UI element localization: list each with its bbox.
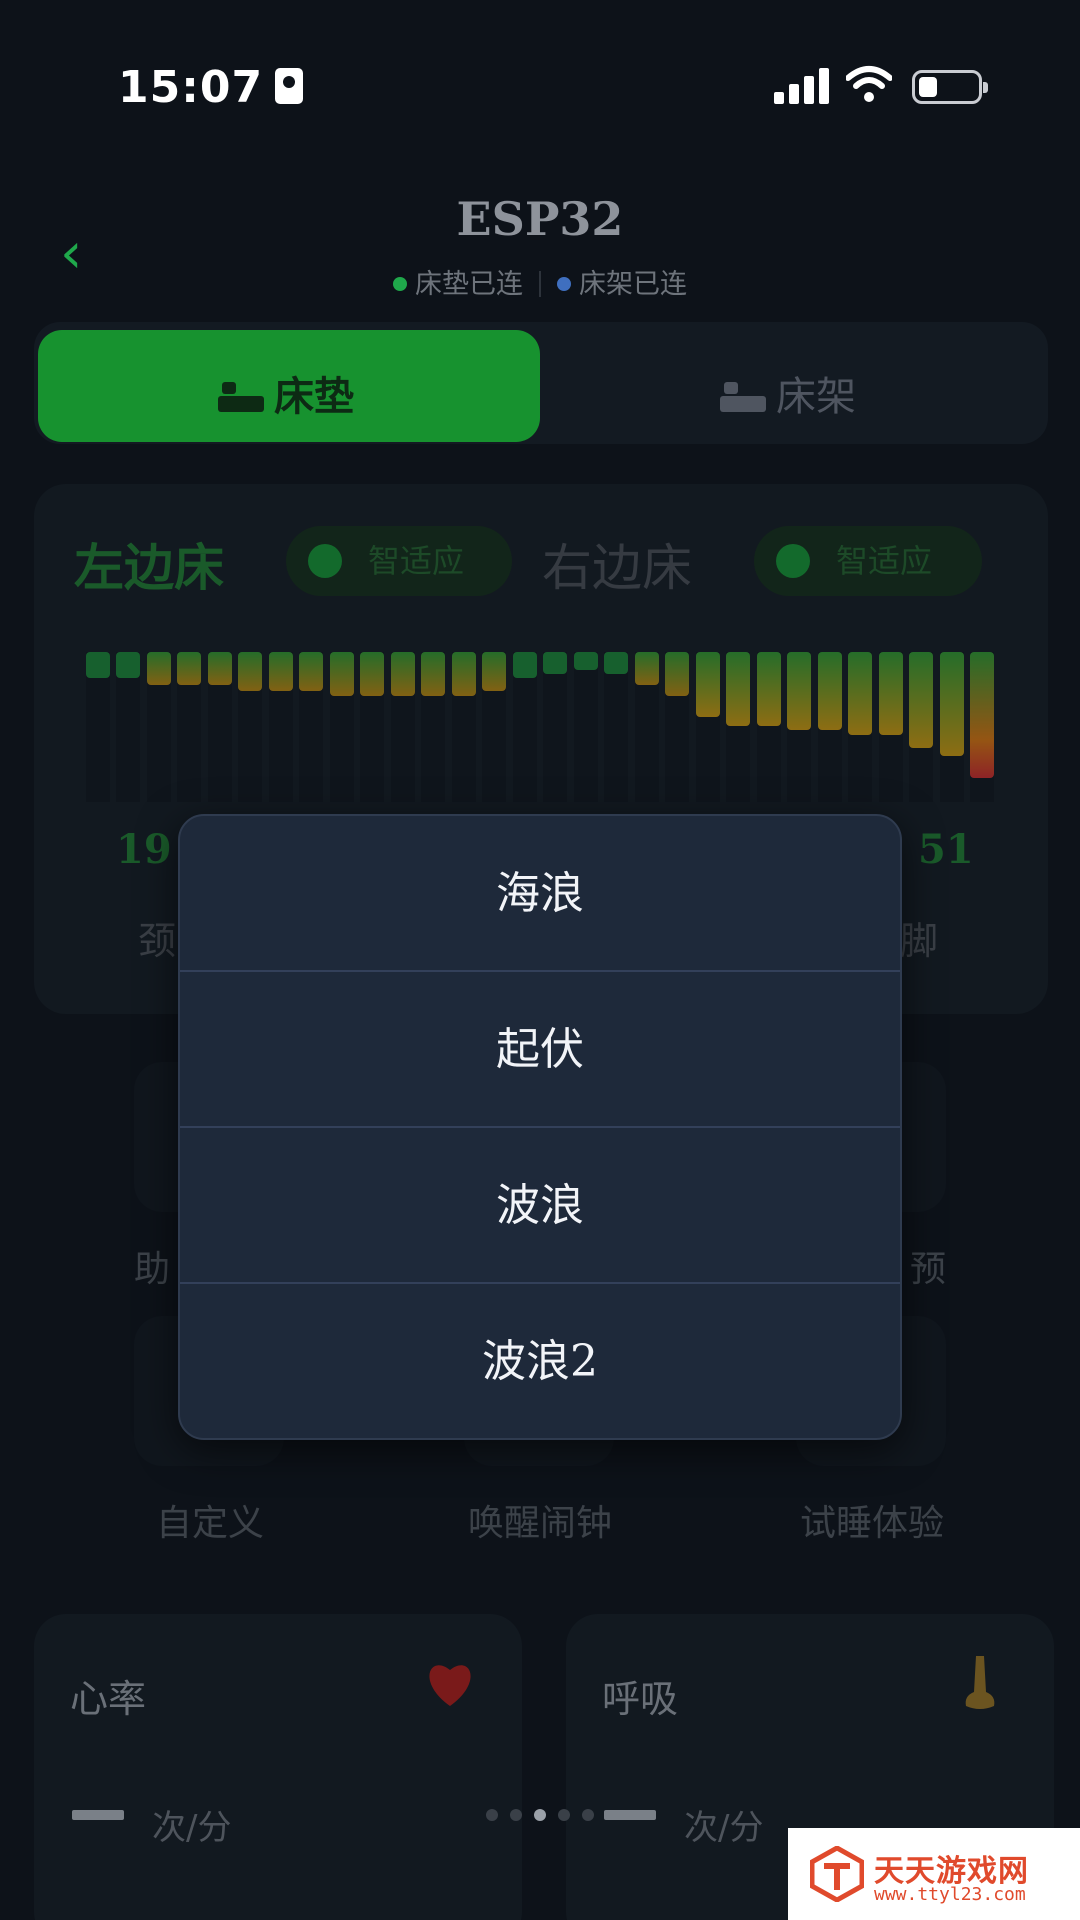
- option-wave[interactable]: 波浪: [180, 1128, 900, 1284]
- watermark-logo: [810, 1846, 864, 1902]
- pressure-bar: [86, 652, 110, 678]
- pressure-bar-track: [574, 652, 598, 802]
- pressure-bar: [848, 652, 872, 735]
- pressure-bar: [665, 652, 689, 696]
- page-indicator[interactable]: [486, 1806, 606, 1821]
- zone-neck-label: 颈: [138, 919, 177, 963]
- pressure-bar: [269, 652, 293, 691]
- left-value: 19: [116, 826, 172, 873]
- breath-value: [604, 1810, 656, 1820]
- option-undulate[interactable]: 起伏: [180, 972, 900, 1128]
- pressure-bar-track: [543, 652, 567, 802]
- pressure-bar: [452, 652, 476, 696]
- function-custom-label: 自定义: [155, 1503, 264, 1544]
- pressure-bar: [116, 652, 140, 678]
- sim-card-icon: [275, 68, 304, 104]
- function-alarm-label: 唤醒闹钟: [467, 1503, 612, 1544]
- pressure-bar: [940, 652, 964, 756]
- battery-icon: [912, 70, 988, 104]
- right-adaptive-toggle[interactable]: 智适应: [754, 526, 982, 596]
- option-sea-wave[interactable]: 海浪: [180, 816, 900, 972]
- pressure-bar: [604, 652, 628, 674]
- heart-rate-title: 心率: [70, 1677, 147, 1721]
- heart-rate-value: [72, 1810, 124, 1820]
- pressure-bar: [909, 652, 933, 748]
- pressure-bar: [238, 652, 262, 691]
- pressure-bar: [421, 652, 445, 696]
- option-wave-2[interactable]: 波浪2: [180, 1284, 900, 1438]
- bed-frame-icon: [720, 380, 766, 412]
- pressure-bar: [970, 652, 994, 778]
- heart-rate-unit: 次/分: [152, 1808, 232, 1848]
- pressure-bars: [86, 652, 994, 802]
- frame-status-dot: [557, 277, 571, 291]
- pressure-bar: [299, 652, 323, 691]
- pressure-bar: [391, 652, 415, 696]
- frame-status-text: 床架已连: [579, 269, 687, 300]
- pressure-bar: [360, 652, 384, 696]
- pressure-bar: [330, 652, 354, 696]
- pressure-bar: [635, 652, 659, 685]
- pressure-bar: [482, 652, 506, 691]
- status-time: 15:07: [118, 62, 304, 113]
- tab-frame[interactable]: 床架: [720, 364, 856, 422]
- connection-status: 床垫已连 床架已连: [0, 262, 1080, 301]
- pressure-bar: [147, 652, 171, 685]
- right-value: 51: [918, 826, 974, 873]
- wifi-icon: [846, 66, 892, 102]
- pressure-bar: [787, 652, 811, 730]
- pressure-bar: [177, 652, 201, 685]
- pressure-bar-track: [604, 652, 628, 802]
- tab-mattress-label[interactable]: 床垫: [218, 364, 354, 422]
- cellular-signal-icon: [774, 68, 830, 104]
- pressure-bar: [726, 652, 750, 726]
- device-title: ESP32: [456, 192, 624, 246]
- pressure-bar: [208, 652, 232, 685]
- pressure-bar: [879, 652, 903, 735]
- pressure-bar: [757, 652, 781, 726]
- pressure-bar: [696, 652, 720, 717]
- mattress-status-dot: [393, 277, 407, 291]
- left-adaptive-toggle[interactable]: 智适应: [286, 526, 512, 596]
- pressure-bar: [543, 652, 567, 674]
- massage-mode-picker: 海浪 起伏 波浪 波浪2: [178, 814, 902, 1440]
- toggle-dot-icon: [776, 544, 810, 578]
- bed-icon: [218, 380, 264, 412]
- nose-icon: [965, 1656, 995, 1709]
- function-trial-label: 试睡体验: [799, 1503, 944, 1544]
- pressure-bar: [574, 652, 598, 670]
- mattress-status-text: 床垫已连: [415, 269, 523, 300]
- zone-foot-label: 脚: [900, 919, 939, 963]
- pressure-bar: [513, 652, 537, 678]
- left-bed-label[interactable]: 左边床: [74, 528, 224, 600]
- heart-icon: [429, 1665, 471, 1706]
- breath-title: 呼吸: [602, 1677, 679, 1721]
- function-sleep-aid-label: 助: [134, 1249, 171, 1290]
- toggle-dot-icon: [308, 544, 342, 578]
- right-bed-label[interactable]: 右边床: [542, 528, 692, 600]
- pressure-bar: [818, 652, 842, 730]
- breath-unit: 次/分: [684, 1808, 764, 1848]
- function-preset-label: 预: [910, 1249, 947, 1290]
- watermark-url: www.ttyl23.com: [874, 1884, 1026, 1905]
